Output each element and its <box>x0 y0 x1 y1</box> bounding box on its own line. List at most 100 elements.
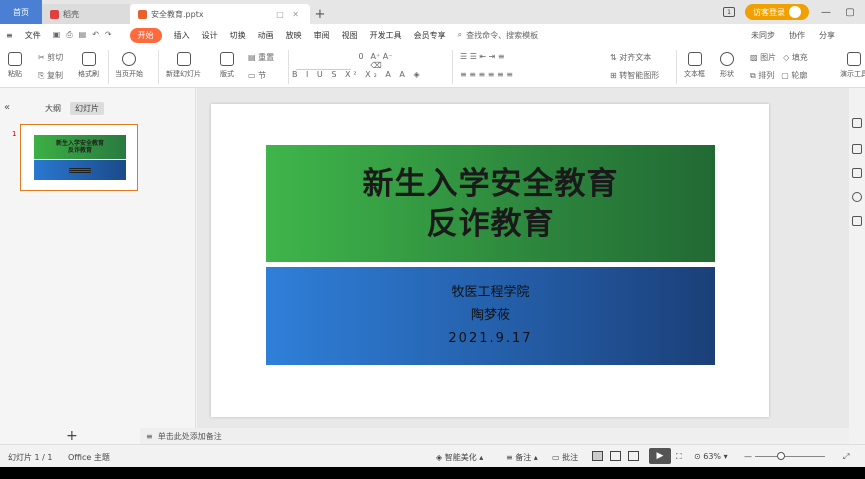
font-name-select[interactable] <box>296 52 352 70</box>
normal-view-icon[interactable] <box>592 451 603 461</box>
cut-label: 剪切 <box>47 53 64 62</box>
screen-bottom-edge <box>0 467 865 479</box>
command-search[interactable]: ⌕ 查找命令、搜索模板 <box>458 30 538 41</box>
tab-outline[interactable]: 大纲 <box>40 102 66 115</box>
font-size-controls[interactable]: A⁺ A⁻ ⌫ <box>371 52 406 70</box>
menu-member[interactable]: 会员专享 <box>414 30 446 41</box>
align-buttons[interactable]: ≡ ≡ ≡ ≡ ≡ ≡ <box>460 70 513 79</box>
paste-button[interactable]: 粘贴 <box>8 52 22 79</box>
add-slide-button[interactable]: + <box>66 428 78 444</box>
menu-insert[interactable]: 插入 <box>174 30 190 41</box>
menu-developer[interactable]: 开发工具 <box>370 30 402 41</box>
slideshow-button[interactable]: ▶ <box>649 448 671 464</box>
menu-animations[interactable]: 动画 <box>258 30 274 41</box>
copy-button[interactable]: ⎘ 复制 <box>38 70 63 81</box>
minimize-button[interactable]: — <box>819 7 833 18</box>
copy-label: 复制 <box>46 71 63 80</box>
sync-status[interactable]: 未同步 <box>751 30 775 41</box>
font-size-select[interactable]: 0 <box>358 52 363 70</box>
notes-bar[interactable]: ≡ 单击此处添加备注 <box>140 428 849 444</box>
section-button[interactable]: ▭ 节 <box>248 70 266 81</box>
zoom-slider-handle[interactable] <box>777 452 785 460</box>
zoom-level[interactable]: ⊙ 63% ▾ <box>694 452 728 461</box>
reset-button[interactable]: ▤ 重置 <box>248 52 274 63</box>
outline-button[interactable]: ▢ 轮廓 <box>781 70 807 81</box>
font-style-buttons[interactable]: B I U S X² X₂ A A ◈ <box>292 70 423 79</box>
arrange-label: 排列 <box>758 71 775 80</box>
fullscreen-icon[interactable]: ⤢ <box>843 452 849 462</box>
animation-icon[interactable] <box>852 144 862 154</box>
presentation-app: 首页 稻壳 安全教育.pptx □ ✕ + 1 访客登录 — ▢ ≡ 文件 ▣⎙… <box>0 0 865 479</box>
align-text-button[interactable]: ⇅ 对齐文本 <box>610 52 651 63</box>
play-current-label: 当页开始 <box>115 70 143 78</box>
comments-toggle[interactable]: ▭ 批注 <box>552 452 578 463</box>
paste-label: 粘贴 <box>8 70 22 78</box>
play-current-button[interactable]: 当页开始 <box>115 52 143 79</box>
notes-toggle-label: 备注 <box>515 453 532 462</box>
cut-button[interactable]: ✂ 剪切 <box>38 52 63 63</box>
share-button[interactable]: 分享 <box>819 30 835 41</box>
image-icon[interactable] <box>852 216 862 226</box>
menu-home[interactable]: 开始 <box>129 27 162 43</box>
menu-view[interactable]: 视图 <box>342 30 358 41</box>
slide[interactable]: 新生入学安全教育 反诈教育 牧医工程学院 陶梦莜 2021.9.17 <box>211 104 769 417</box>
layout-button[interactable]: 版式 <box>220 52 234 79</box>
tab-slides[interactable]: 幻灯片 <box>70 102 104 115</box>
menu-slideshow[interactable]: 放映 <box>286 30 302 41</box>
section-label: 节 <box>258 71 267 80</box>
layout-label: 版式 <box>220 70 234 78</box>
shape-label: 形状 <box>720 70 734 78</box>
presentation-tools-button[interactable]: 演示工具 <box>840 52 865 79</box>
tab-docer[interactable]: 稻壳 <box>42 4 130 24</box>
menu-file[interactable]: 文件 <box>25 30 41 41</box>
select-icon[interactable] <box>852 168 862 178</box>
slide-canvas: 新生入学安全教育 反诈教育 牧医工程学院 陶梦莜 2021.9.17 <box>197 88 849 428</box>
format-painter-button[interactable]: 格式刷 <box>78 52 99 79</box>
login-button[interactable]: 访客登录 <box>745 4 809 20</box>
collaborate-button[interactable]: 协作 <box>789 30 805 41</box>
presentation-tools-label: 演示工具 <box>840 70 865 78</box>
collapse-panel-icon[interactable]: « <box>4 102 10 113</box>
sorter-view-icon[interactable] <box>610 451 621 461</box>
docer-icon <box>50 9 59 19</box>
hamburger-icon[interactable]: ≡ <box>6 31 13 40</box>
new-slide-button[interactable]: 新建幻灯片 <box>166 52 201 79</box>
new-slide-icon <box>176 52 191 66</box>
help-icon[interactable] <box>852 192 862 202</box>
picture-button[interactable]: ▨ 图片 <box>750 52 776 63</box>
subtitle-box[interactable]: 牧医工程学院 陶梦莜 2021.9.17 <box>266 267 715 365</box>
list-buttons[interactable]: ☰ ☰ ⇤ ⇥ ≡ <box>460 52 505 61</box>
slide-thumbnail[interactable]: 新生入学安全教育 反诈教育 <box>20 124 138 191</box>
zoom-slider-track[interactable] <box>755 456 825 457</box>
menu-transitions[interactable]: 切换 <box>230 30 246 41</box>
zoom-out-button[interactable]: — <box>744 452 752 461</box>
college-name: 牧医工程学院 <box>451 285 530 300</box>
fill-button[interactable]: ◇ 填充 <box>783 52 808 63</box>
new-tab-button[interactable]: + <box>310 4 330 24</box>
properties-icon[interactable] <box>852 118 862 128</box>
textbox-button[interactable]: 文本框 <box>684 52 705 79</box>
beautify-button[interactable]: ◈ 智能美化 ▴ <box>436 452 483 463</box>
fit-window-icon[interactable]: ⛶ <box>676 452 682 462</box>
reading-view-icon[interactable] <box>628 451 639 461</box>
reset-label: 重置 <box>258 53 275 62</box>
tab-document-label: 安全教育.pptx <box>151 9 204 19</box>
quick-access-icons[interactable]: ▣⎙▤↶↷ <box>53 30 118 40</box>
window-layout-icon[interactable]: 1 <box>723 7 735 17</box>
title-box[interactable]: 新生入学安全教育 反诈教育 <box>266 145 715 262</box>
slide-title-line2: 反诈教育 <box>426 205 555 242</box>
notes-toggle[interactable]: ≡ 备注 ▴ <box>506 452 538 463</box>
theme-name[interactable]: Office 主题 <box>68 452 110 463</box>
maximize-button[interactable]: ▢ <box>843 7 857 18</box>
tab-home[interactable]: 首页 <box>0 0 42 24</box>
avatar <box>789 6 801 18</box>
comments-label: 批注 <box>562 453 579 462</box>
shape-button[interactable]: 形状 <box>720 52 734 79</box>
menu-review[interactable]: 审阅 <box>314 30 330 41</box>
convert-smartart-button[interactable]: ⊞ 转智能图形 <box>610 70 659 81</box>
menu-design[interactable]: 设计 <box>202 30 218 41</box>
play-circle-icon <box>122 52 136 66</box>
tab-document[interactable]: 安全教育.pptx □ ✕ <box>130 4 310 24</box>
arrange-button[interactable]: ⧉ 排列 <box>750 70 774 81</box>
tab-close-icon[interactable]: □ ✕ <box>276 10 302 19</box>
